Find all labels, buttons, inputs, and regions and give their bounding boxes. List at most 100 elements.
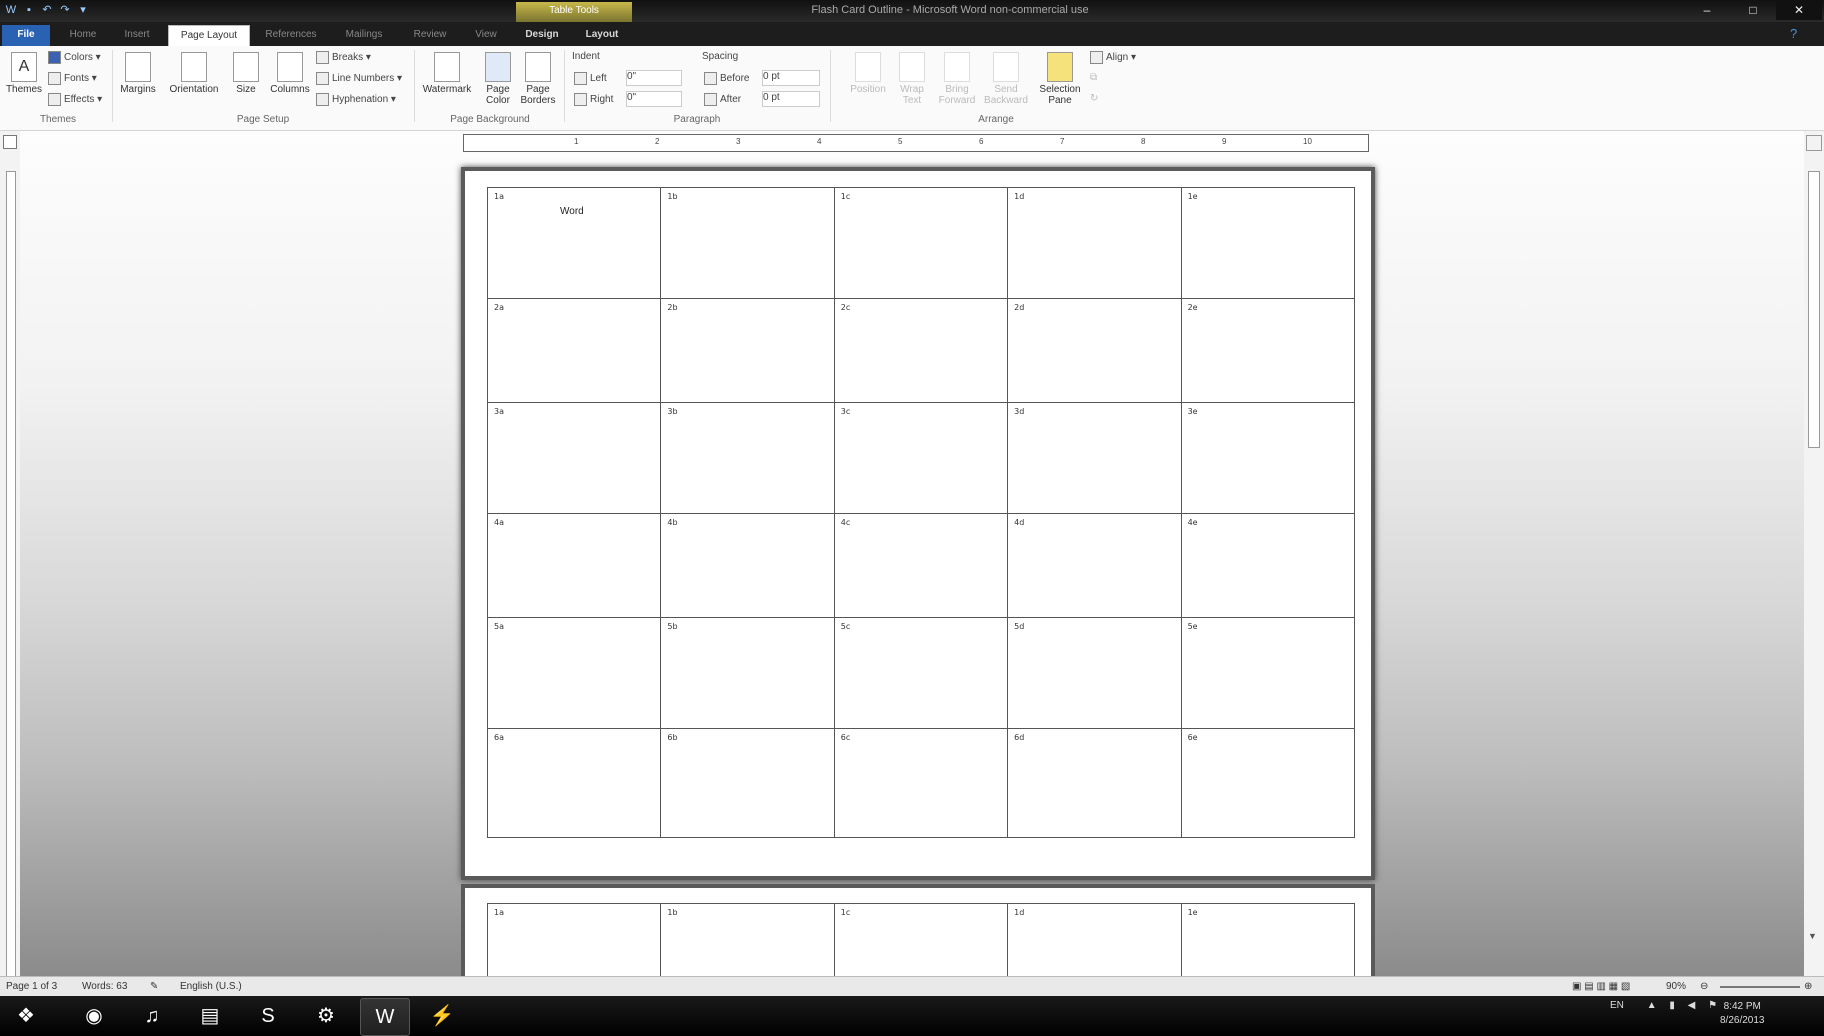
document-page-1[interactable]: 1a Word 1b 1c 1d 1e 2a 2b 2c 2d 2e 3a 3b 3c 3d 3e 4a 4b 4c…	[461, 167, 1375, 880]
flash-card-cell[interactable]: 6d	[1007, 728, 1182, 838]
flash-card-cell[interactable]: 2c	[833, 298, 1009, 403]
tab-insert[interactable]: Insert	[112, 25, 162, 46]
indent-right-input[interactable]: 0"	[626, 91, 682, 107]
themes-button[interactable]: A Themes	[4, 52, 44, 110]
skype-icon[interactable]: S	[244, 998, 292, 1034]
page-count[interactable]: Page 1 of 3	[6, 981, 57, 992]
zoom-out-icon[interactable]: ⊖	[1700, 981, 1708, 992]
view-buttons[interactable]: ▣ ▤ ▥ ▦ ▧	[1572, 981, 1630, 992]
flash-card-cell[interactable]: 4d	[1007, 513, 1182, 618]
minimize-button[interactable]: –	[1684, 0, 1730, 20]
start-orb-icon[interactable]: ❖	[2, 998, 50, 1034]
file-explorer-icon[interactable]: ▤	[186, 998, 234, 1034]
flash-card-cell[interactable]: 4a	[486, 513, 662, 618]
position-button[interactable]: Position	[846, 52, 890, 110]
flash-card-cell[interactable]: 5e	[1180, 617, 1356, 729]
flash-card-cell[interactable]: 3e	[1180, 402, 1356, 514]
maximize-button[interactable]: □	[1730, 0, 1776, 20]
bring-forward-button[interactable]: Bring Forward	[932, 52, 982, 110]
flash-card-cell[interactable]: 1d	[1007, 187, 1182, 299]
word-icon[interactable]: W	[360, 998, 410, 1036]
colors-button[interactable]: Colors ▾	[48, 51, 101, 64]
flash-card-cell[interactable]: 2a	[486, 298, 662, 403]
zoom-slider[interactable]	[1720, 986, 1800, 988]
tab-page-layout[interactable]: Page Layout	[168, 25, 250, 47]
fonts-button[interactable]: Fonts ▾	[48, 72, 97, 85]
vertical-scrollbar[interactable]: ▼	[1804, 131, 1824, 976]
flash-card-cell[interactable]: 4e	[1180, 513, 1356, 618]
spacing-before-input[interactable]: 0 pt	[762, 70, 820, 86]
indent-left-input[interactable]: 0"	[626, 70, 682, 86]
word-count[interactable]: Words: 63	[82, 981, 127, 992]
flash-card-table[interactable]: 1a Word 1b 1c 1d 1e 2a 2b 2c 2d 2e 3a 3b 3c 3d 3e 4a 4b 4c…	[486, 187, 1356, 838]
spacing-after-input[interactable]: 0 pt	[762, 91, 820, 107]
tab-file[interactable]: File	[2, 25, 50, 46]
zoom-in-icon[interactable]: ⊕	[1804, 981, 1812, 992]
language-indicator[interactable]: English (U.S.)	[180, 981, 242, 992]
clock[interactable]: 8:42 PM 8/26/2013	[1720, 1000, 1765, 1028]
columns-button[interactable]: Columns	[268, 52, 312, 110]
wrap-text-button[interactable]: Wrap Text	[890, 52, 934, 110]
close-button[interactable]: ✕	[1776, 0, 1822, 20]
help-icon[interactable]: ?	[1790, 26, 1797, 41]
group-icon[interactable]: ⧉	[1090, 72, 1097, 83]
size-button[interactable]: Size	[226, 52, 266, 110]
flash-card-cell[interactable]: 3d	[1007, 402, 1182, 514]
save-icon[interactable]: ▪	[22, 3, 36, 17]
ruler-toggle-icon[interactable]	[1806, 135, 1822, 151]
orientation-button[interactable]: Orientation	[166, 52, 222, 110]
flash-card-cell[interactable]: 3a	[486, 402, 662, 514]
undo-icon[interactable]: ↶	[40, 3, 54, 17]
hyphenation-button[interactable]: Hyphenation ▾	[316, 93, 396, 106]
flash-card-cell[interactable]: 5a	[486, 617, 662, 729]
flash-card-cell[interactable]: 1e	[1180, 187, 1356, 299]
flash-card-cell[interactable]: 4b	[660, 513, 835, 618]
customize-qat-icon[interactable]: ▾	[76, 3, 90, 17]
zoom-level[interactable]: 90%	[1666, 981, 1686, 992]
margins-button[interactable]: Margins	[118, 52, 158, 110]
steam-icon[interactable]: ⚙	[302, 998, 350, 1034]
flash-card-cell[interactable]: 6e	[1180, 728, 1356, 838]
volume-icon[interactable]: ◀	[1688, 1000, 1696, 1011]
flash-card-cell[interactable]: 4c	[833, 513, 1009, 618]
proofing-icon[interactable]: ✎	[150, 981, 158, 992]
page-borders-button[interactable]: Page Borders	[518, 52, 558, 110]
network-icon[interactable]: ▮	[1669, 1000, 1675, 1011]
flash-card-cell[interactable]: 3b	[660, 402, 835, 514]
flash-card-cell[interactable]: 1b	[660, 187, 835, 299]
tab-layout[interactable]: Layout	[576, 25, 628, 46]
effects-button[interactable]: Effects ▾	[48, 93, 102, 106]
tab-view[interactable]: View	[464, 25, 508, 46]
tab-design[interactable]: Design	[516, 25, 568, 46]
breaks-button[interactable]: Breaks ▾	[316, 51, 371, 64]
horizontal-ruler[interactable]: 1 2 3 4 5 6 7 8 9 10	[463, 134, 1369, 152]
flash-card-cell[interactable]: 1c	[833, 187, 1009, 299]
flash-card-cell[interactable]: 2e	[1180, 298, 1356, 403]
flash-card-cell[interactable]: 2d	[1007, 298, 1182, 403]
flash-card-cell[interactable]: 3c	[833, 402, 1009, 514]
flash-card-cell[interactable]: 1a Word	[486, 187, 662, 299]
send-backward-button[interactable]: Send Backward	[980, 52, 1032, 110]
tray-expand-icon[interactable]: ▲	[1647, 1000, 1657, 1011]
tab-references[interactable]: References	[256, 25, 326, 46]
tab-selector-icon[interactable]	[3, 135, 17, 149]
rotate-icon[interactable]: ↻	[1090, 93, 1098, 104]
flash-card-cell[interactable]: 6a	[486, 728, 662, 838]
tab-mailings[interactable]: Mailings	[334, 25, 394, 46]
tray-language[interactable]: EN	[1610, 1000, 1624, 1011]
page-color-button[interactable]: Page Color	[478, 52, 518, 110]
scroll-down-icon[interactable]: ▼	[1808, 931, 1817, 941]
flash-card-cell[interactable]: 2b	[660, 298, 835, 403]
line-numbers-button[interactable]: Line Numbers ▾	[316, 72, 402, 85]
chrome-icon[interactable]: ◉	[70, 998, 118, 1034]
watermark-button[interactable]: Watermark	[420, 52, 474, 110]
scrollbar-thumb[interactable]	[1808, 171, 1820, 448]
flash-card-cell[interactable]: 5c	[833, 617, 1009, 729]
align-button[interactable]: Align ▾	[1090, 51, 1136, 64]
flag-icon[interactable]: ⚑	[1708, 1000, 1717, 1011]
flash-card-cell[interactable]: 6c	[833, 728, 1009, 838]
tab-home[interactable]: Home	[58, 25, 108, 46]
winamp-icon[interactable]: ⚡	[418, 998, 466, 1034]
flash-card-cell[interactable]: 6b	[660, 728, 835, 838]
spotify-icon[interactable]: ♫	[128, 998, 176, 1034]
